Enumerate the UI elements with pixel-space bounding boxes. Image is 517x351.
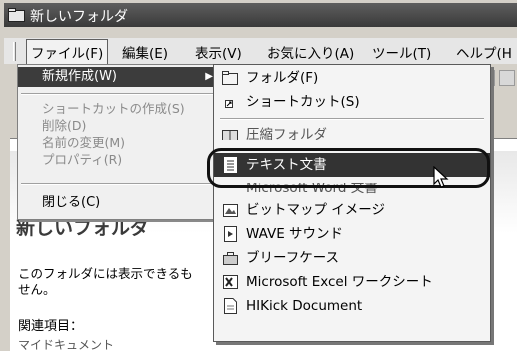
new-submenu: フォルダ(F) ショートカット(S) 圧縮フォルダ テキスト文書 Microso… — [213, 64, 491, 342]
menu-file[interactable]: ファイル(F) — [26, 39, 109, 65]
submenu-item-bitmap-label: ビットマップ イメージ — [246, 202, 386, 218]
menu-view[interactable]: 表示(V) — [195, 42, 242, 62]
related-heading: 関連項目： — [18, 319, 84, 334]
submenu-arrow-icon: ▶ — [205, 71, 213, 82]
menu-separator — [21, 93, 220, 95]
submenu-item-briefcase[interactable]: ブリーフケース — [214, 247, 490, 269]
submenu-item-text-document-label: テキスト文書 — [246, 157, 327, 173]
explorer-window: 新しいフォルダ ファイル(F) 編集(E) 表示(V) お気に入り(A) ツール… — [0, 0, 517, 351]
title-bar: 新しいフォルダ — [4, 3, 517, 27]
menu-edit[interactable]: 編集(E) — [122, 42, 168, 62]
submenu-item-excel[interactable]: Microsoft Excel ワークシート — [214, 271, 490, 293]
menu-help[interactable]: ヘルプ(H — [456, 42, 512, 62]
submenu-item-word-document-label: Microsoft Word 文書 — [246, 183, 378, 196]
chevron-right-icon[interactable] — [499, 70, 515, 86]
mouse-cursor-icon — [433, 165, 449, 190]
paint-icon — [222, 202, 239, 218]
menu-favorites[interactable]: お気に入り(A) — [267, 42, 354, 62]
submenu-item-shortcut-label: ショートカット(S) — [246, 94, 360, 110]
submenu-item-folder[interactable]: フォルダ(F) — [214, 67, 490, 89]
submenu-item-briefcase-label: ブリーフケース — [246, 250, 340, 266]
menu-item-new[interactable]: 新規作成(W) ▶ — [18, 67, 221, 87]
folder-icon — [222, 70, 239, 86]
submenu-item-bitmap[interactable]: ビットマップ イメージ — [214, 199, 490, 221]
menu-tools[interactable]: ツール(T) — [372, 42, 431, 62]
notepad-icon — [222, 157, 239, 173]
submenu-item-compressed-folder[interactable]: 圧縮フォルダ — [214, 124, 490, 140]
menubar-grip[interactable] — [13, 42, 16, 61]
folder-icon — [8, 8, 25, 22]
folder-description-cont: せん。 — [18, 282, 56, 297]
submenu-item-compressed-folder-label: 圧縮フォルダ — [246, 127, 327, 140]
link-my-documents[interactable]: マイドキュメント — [18, 336, 114, 351]
menu-bar: ファイル(F) 編集(E) 表示(V) お気に入り(A) ツール(T) ヘルプ(… — [4, 38, 517, 65]
submenu-item-shortcut[interactable]: ショートカット(S) — [214, 91, 490, 113]
document-icon — [222, 298, 239, 314]
sound-file-icon — [222, 226, 239, 242]
briefcase-icon — [222, 250, 239, 266]
submenu-item-wave[interactable]: WAVE サウンド — [214, 223, 490, 245]
shortcut-icon — [222, 94, 239, 110]
window-title: 新しいフォルダ — [30, 9, 128, 25]
submenu-item-hikick-label: HIKick Document — [246, 298, 363, 314]
submenu-item-wave-label: WAVE サウンド — [246, 226, 344, 242]
file-menu: 新規作成(W) ▶ ショートカットの作成(S) 削除(D) 名前の変更(M) プ… — [17, 64, 222, 220]
submenu-item-hikick[interactable]: HIKick Document — [214, 295, 490, 317]
zip-folder-icon — [222, 127, 239, 140]
menu-item-new-label: 新規作成(W) — [42, 69, 117, 84]
submenu-item-folder-label: フォルダ(F) — [246, 70, 319, 86]
submenu-item-excel-label: Microsoft Excel ワークシート — [246, 274, 433, 290]
menu-separator — [21, 183, 220, 185]
menu-item-properties: プロパティ(R) — [42, 152, 123, 167]
submenu-separator — [220, 118, 484, 120]
menu-item-close[interactable]: 閉じる(C) — [18, 193, 221, 213]
excel-icon — [222, 274, 239, 290]
